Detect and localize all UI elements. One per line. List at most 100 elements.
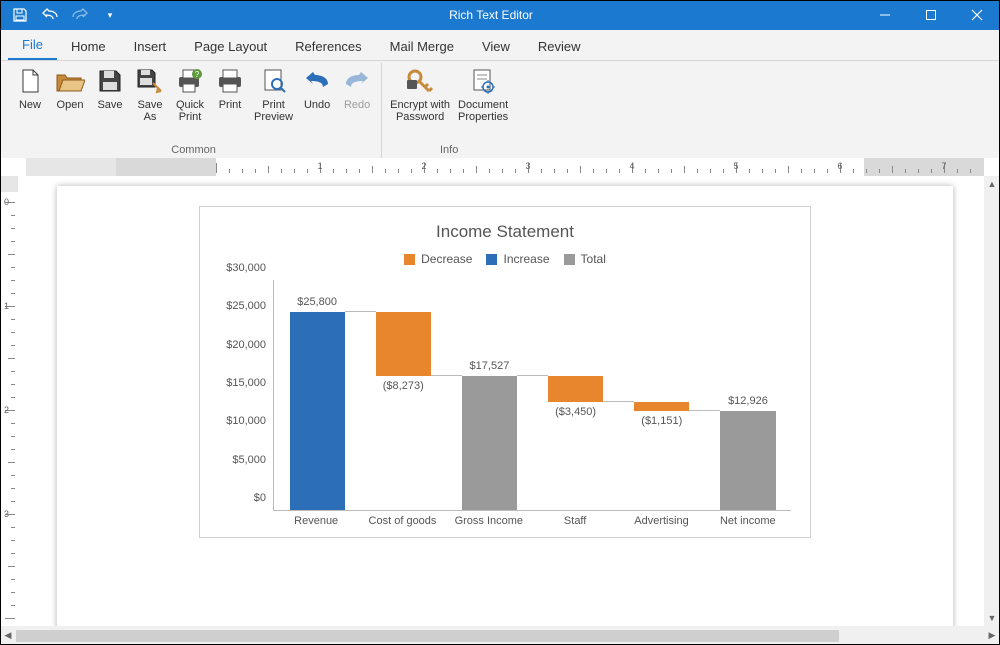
quickprint-icon: ? bbox=[174, 65, 206, 97]
tab-file[interactable]: File bbox=[8, 31, 57, 60]
y-tick: $20,000 bbox=[226, 339, 266, 351]
data-label: $17,527 bbox=[446, 360, 532, 372]
new-label: New bbox=[19, 99, 41, 123]
saveas-icon bbox=[134, 65, 166, 97]
legend-item-decrease: Decrease bbox=[404, 252, 472, 266]
bar bbox=[376, 312, 431, 375]
print-icon bbox=[214, 65, 246, 97]
printpreview-label: Print Preview bbox=[254, 99, 293, 123]
open-button[interactable]: Open bbox=[50, 63, 90, 125]
tab-review[interactable]: Review bbox=[524, 33, 595, 60]
encrypt-icon bbox=[404, 65, 436, 97]
connector bbox=[431, 375, 462, 376]
qat-save-icon[interactable] bbox=[10, 5, 30, 25]
ruler-horizontal[interactable]: 1234567 bbox=[26, 158, 984, 176]
docprops-button[interactable]: Document Properties bbox=[454, 63, 512, 125]
save-button[interactable]: Save bbox=[90, 63, 130, 125]
ribbon-tabstrip: FileHomeInsertPage LayoutReferencesMail … bbox=[0, 30, 1000, 61]
y-tick: $25,000 bbox=[226, 300, 266, 312]
y-tick: $30,000 bbox=[226, 262, 266, 274]
printpreview-icon bbox=[258, 65, 290, 97]
encrypt-button[interactable]: Encrypt with Password bbox=[386, 63, 454, 125]
legend-label: Decrease bbox=[421, 252, 472, 266]
legend-label: Total bbox=[581, 252, 606, 266]
save-label: Save bbox=[97, 99, 122, 123]
chart-plot-area: $0$5,000$10,000$15,000$20,000$25,000$30,… bbox=[273, 280, 791, 511]
chart-title: Income Statement bbox=[215, 222, 795, 242]
data-label: ($8,273) bbox=[360, 380, 446, 392]
new-button[interactable]: New bbox=[10, 63, 50, 125]
maximize-button[interactable] bbox=[908, 0, 954, 30]
legend-label: Increase bbox=[503, 252, 549, 266]
open-icon bbox=[54, 65, 86, 97]
legend-swatch bbox=[486, 254, 497, 265]
docprops-label: Document Properties bbox=[458, 99, 508, 123]
x-tick: Revenue bbox=[273, 515, 359, 527]
connector bbox=[517, 375, 548, 376]
tab-mail-merge[interactable]: Mail Merge bbox=[376, 33, 468, 60]
x-tick: Net income bbox=[705, 515, 791, 527]
x-tick: Gross Income bbox=[446, 515, 532, 527]
bar bbox=[290, 312, 345, 510]
bar bbox=[720, 411, 775, 510]
app-title: Rich Text Editor bbox=[120, 8, 862, 22]
y-tick: $15,000 bbox=[226, 377, 266, 389]
chart-bar-staff: ($3,450) bbox=[533, 280, 619, 510]
minimize-button[interactable] bbox=[862, 0, 908, 30]
scrollbar-vertical[interactable]: ▲▼ bbox=[984, 176, 1000, 626]
data-label: $12,926 bbox=[705, 395, 791, 407]
tab-home[interactable]: Home bbox=[57, 33, 120, 60]
redo-label: Redo bbox=[344, 99, 370, 123]
chart-container[interactable]: Income Statement Decrease Increase Total $… bbox=[199, 206, 811, 538]
close-button[interactable] bbox=[954, 0, 1000, 30]
y-tick: $0 bbox=[254, 492, 266, 504]
ribbon-group-common: New Open Save Save As? Quick PrintPrintPrint… bbox=[6, 63, 382, 159]
data-label: ($3,450) bbox=[533, 406, 619, 418]
svg-text:?: ? bbox=[195, 70, 200, 79]
app-window: ▾ Rich Text Editor FileHomeInsertPage La… bbox=[0, 0, 1000, 645]
title-bar: ▾ Rich Text Editor bbox=[0, 0, 1000, 30]
legend-swatch bbox=[564, 254, 575, 265]
scrollbar-horizontal[interactable]: ◀▶ bbox=[0, 626, 1000, 645]
chart-y-axis: $0$5,000$10,000$15,000$20,000$25,000$30,… bbox=[216, 274, 270, 510]
qat-customize-icon[interactable]: ▾ bbox=[100, 5, 120, 25]
bar bbox=[548, 376, 603, 402]
chart-bar-gross-income: $17,527 bbox=[446, 280, 532, 510]
redo-button: Redo bbox=[337, 63, 377, 125]
x-tick: Advertising bbox=[618, 515, 704, 527]
print-button[interactable]: Print bbox=[210, 63, 250, 125]
y-tick: $5,000 bbox=[232, 454, 266, 466]
x-tick: Cost of goods bbox=[359, 515, 445, 527]
undo-button[interactable]: Undo bbox=[297, 63, 337, 125]
save-icon bbox=[94, 65, 126, 97]
legend-item-increase: Increase bbox=[486, 252, 549, 266]
tab-insert[interactable]: Insert bbox=[120, 33, 181, 60]
ruler-vertical[interactable]: 0123 bbox=[0, 176, 18, 626]
chart-bar-net-income: $12,926 bbox=[705, 280, 791, 510]
qat-redo-icon[interactable] bbox=[70, 5, 90, 25]
qat-undo-icon[interactable] bbox=[40, 5, 60, 25]
tab-references[interactable]: References bbox=[281, 33, 375, 60]
group-label: Info bbox=[440, 143, 458, 157]
chart-bar-advertising: ($1,151) bbox=[619, 280, 705, 510]
quickprint-button[interactable]: ? Quick Print bbox=[170, 63, 210, 125]
connector bbox=[603, 401, 634, 402]
printpreview-button[interactable]: Print Preview bbox=[250, 63, 297, 125]
x-tick: Staff bbox=[532, 515, 618, 527]
tab-page-layout[interactable]: Page Layout bbox=[180, 33, 281, 60]
group-label: Common bbox=[171, 143, 216, 157]
encrypt-label: Encrypt with Password bbox=[390, 99, 450, 123]
chart-bar-cost-of-goods: ($8,273) bbox=[360, 280, 446, 510]
saveas-button[interactable]: Save As bbox=[130, 63, 170, 125]
legend-item-total: Total bbox=[564, 252, 606, 266]
document-area: 1234567 0123 ▲▼ Income Statement Decreas… bbox=[0, 158, 1000, 626]
quickprint-label: Quick Print bbox=[176, 99, 204, 123]
document-viewport[interactable]: Income Statement Decrease Increase Total $… bbox=[26, 176, 984, 626]
data-label: ($1,151) bbox=[619, 415, 705, 427]
bar bbox=[634, 402, 689, 411]
data-label: $25,800 bbox=[274, 296, 360, 308]
page: Income Statement Decrease Increase Total $… bbox=[57, 186, 953, 626]
tab-view[interactable]: View bbox=[468, 33, 524, 60]
chart-columns: $25,800 ($8,273)$17,527 ($3,450)($1,151)$1… bbox=[274, 280, 791, 510]
y-tick: $10,000 bbox=[226, 415, 266, 427]
